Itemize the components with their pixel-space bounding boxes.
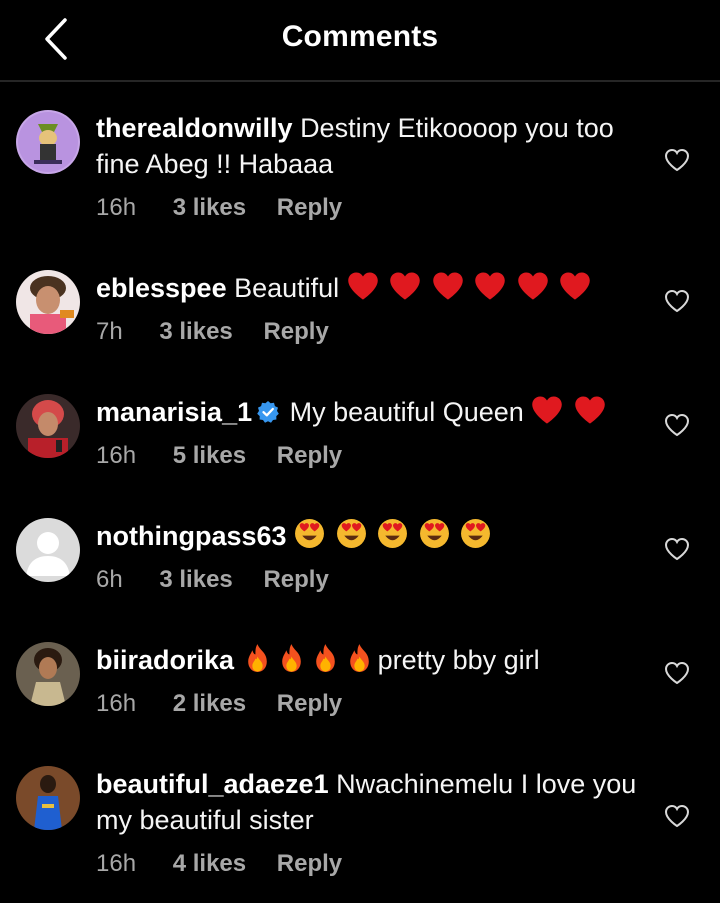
comment-meta: 16h 4 likes Reply [96,850,644,878]
reply-button[interactable]: Reply [277,442,342,470]
red-heart-emoji [517,272,548,300]
red-heart-emoji [560,272,591,300]
fire-emoji [349,644,369,672]
avatar[interactable] [16,394,80,458]
comment-meta: 6h 3 likes Reply [96,566,644,594]
heart-eyes-emoji [419,519,449,548]
emoji-group [242,644,378,675]
reply-button[interactable]: Reply [277,850,342,878]
like-heart-icon[interactable] [664,289,690,313]
emoji-group [347,272,595,303]
like-heart-icon[interactable] [664,413,690,437]
reply-button[interactable]: Reply [277,690,342,718]
reply-button[interactable]: Reply [277,194,342,222]
red-heart-emoji [575,396,605,424]
comment-body: Beautiful [234,273,340,303]
like-heart-icon[interactable] [664,148,690,172]
red-heart-emoji [475,272,506,300]
comment-meta: 16h 3 likes Reply [96,194,644,222]
comment-time: 7h [96,318,123,345]
comment-username[interactable]: beautiful_adaeze1 [96,769,329,799]
comment-text: nothingpass63 [96,518,644,554]
comment-username[interactable]: manarisia_1 [96,397,252,427]
comment-likes[interactable]: 3 likes [159,318,232,346]
red-heart-emoji [390,272,420,300]
comment-username[interactable]: therealdonwilly [96,113,293,143]
comment-meta: 16h 2 likes Reply [96,690,644,718]
comment-meta: 16h 5 likes Reply [96,442,644,470]
like-heart-icon[interactable] [664,537,690,561]
like-heart-icon[interactable] [664,804,690,828]
avatar[interactable] [16,518,80,582]
comment-body: My beautiful Queen [289,397,524,427]
emoji-group [531,396,609,427]
comments-header: Comments [0,0,720,82]
comment-likes[interactable]: 5 likes [173,442,246,470]
fire-emoji [281,644,301,672]
comment-likes[interactable]: 3 likes [159,566,232,594]
red-heart-emoji [432,272,463,300]
avatar[interactable] [16,270,80,334]
avatar[interactable] [16,642,80,706]
comment-likes[interactable]: 2 likes [173,690,246,718]
red-heart-emoji [532,396,563,424]
fire-emoji [247,644,267,672]
comment-time: 16h [96,690,137,717]
comment-username[interactable]: biiradorika [96,645,234,675]
emoji-group [294,519,494,551]
comment-likes[interactable]: 4 likes [173,850,246,878]
comment-username[interactable]: nothingpass63 [96,521,287,551]
reply-button[interactable]: Reply [263,318,328,346]
verified-badge-icon [257,401,279,423]
comment-text: beautiful_adaeze1 Nwachinemelu I love yo… [96,766,644,838]
comment-body: pretty bby girl [377,645,540,675]
comment-username[interactable]: eblesspee [96,273,227,303]
avatar[interactable] [16,766,80,830]
comment-text: eblesspee Beautiful [96,270,644,306]
avatar[interactable] [16,110,80,174]
comment-text: biiradorika pretty bby girl [96,642,644,678]
red-heart-emoji [347,272,378,300]
comment-meta: 7h 3 likes Reply [96,318,644,346]
heart-eyes-emoji [336,519,366,548]
comment-time: 6h [96,566,123,593]
heart-eyes-emoji [461,519,491,548]
comment-likes[interactable]: 3 likes [173,194,246,222]
comment-time: 16h [96,442,137,469]
reply-button[interactable]: Reply [263,566,328,594]
comment-text: therealdonwilly Destiny Etikoooop you to… [96,110,644,182]
like-heart-icon[interactable] [664,661,690,685]
comment-time: 16h [96,850,137,877]
fire-emoji [315,644,335,672]
heart-eyes-emoji [295,519,325,548]
comment-text: manarisia_1 My beautiful Queen [96,394,644,430]
heart-eyes-emoji [378,519,408,548]
comment-time: 16h [96,194,137,221]
page-title: Comments [281,20,439,53]
